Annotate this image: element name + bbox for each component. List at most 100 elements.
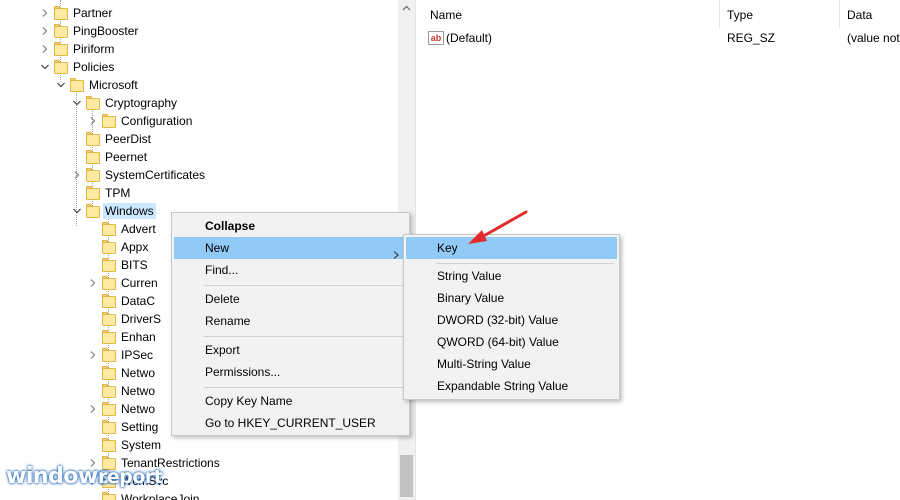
annotation-arrow-icon [468, 210, 528, 244]
folder-icon [102, 311, 116, 327]
chevron-right-icon[interactable] [40, 8, 50, 18]
folder-icon [102, 419, 116, 435]
tree-item[interactable]: Configuration [0, 112, 398, 130]
logo-text-report: report [98, 466, 163, 488]
folder-icon [102, 365, 116, 381]
tree-item-label: Netwo [121, 384, 156, 398]
tree-item-label: Appx [121, 240, 149, 254]
submenu-arrow-icon [393, 244, 399, 259]
tree-item-label: PingBooster [73, 24, 139, 38]
tree-item-label: Netwo [121, 402, 156, 416]
tree-item-label: Netwo [121, 366, 156, 380]
value-row[interactable]: ab (Default) REG_SZ (value not [423, 29, 900, 47]
tree-item-label: Piriform [73, 42, 115, 56]
tree-item-label: Windows [103, 203, 156, 219]
folder-icon [86, 203, 100, 219]
value-data: (value not [847, 31, 900, 45]
folder-icon [102, 329, 116, 345]
tree-item-label: SystemCertificates [105, 168, 206, 182]
submenu-item-qword-value[interactable]: QWORD (64-bit) Value [406, 331, 617, 353]
tree-item-label: Microsoft [89, 78, 138, 92]
menu-item-new[interactable]: New [174, 237, 407, 259]
chevron-right-icon[interactable] [88, 116, 98, 126]
menu-separator [204, 387, 404, 388]
folder-icon [102, 239, 116, 255]
tree-item-label: Peernet [105, 150, 148, 164]
tree-item[interactable]: Policies [0, 58, 398, 76]
tree-item[interactable]: Cryptography [0, 94, 398, 112]
menu-item-permissions[interactable]: Permissions... [174, 361, 407, 383]
tree-item-label: Setting [121, 420, 159, 434]
chevron-right-icon[interactable] [40, 44, 50, 54]
new-submenu: Key String Value Binary Value DWORD (32-… [403, 234, 620, 400]
menu-item-goto-hkcu[interactable]: Go to HKEY_CURRENT_USER [174, 412, 407, 434]
folder-icon [54, 23, 68, 39]
tree-item[interactable]: Piriform [0, 40, 398, 58]
folder-icon [102, 293, 116, 309]
folder-icon [102, 113, 116, 129]
chevron-right-icon[interactable] [88, 278, 98, 288]
folder-icon [102, 221, 116, 237]
tree-item[interactable]: System [0, 436, 398, 454]
folder-icon [54, 59, 68, 75]
tree-item[interactable]: PeerDist [0, 130, 398, 148]
chevron-down-icon[interactable] [56, 80, 66, 90]
submenu-item-expandable-string-value[interactable]: Expandable String Value [406, 375, 617, 397]
tree-item-label: Curren [121, 276, 158, 290]
folder-icon [102, 257, 116, 273]
submenu-item-dword-value[interactable]: DWORD (32-bit) Value [406, 309, 617, 331]
tree-item-label: System [121, 438, 162, 452]
value-type: REG_SZ [727, 31, 776, 45]
menu-item-rename[interactable]: Rename [174, 310, 407, 332]
tree-item-label: Configuration [121, 114, 193, 128]
column-name[interactable]: Name [423, 0, 720, 29]
submenu-item-string-value[interactable]: String Value [406, 265, 617, 287]
column-header: Name Type Data [423, 0, 900, 29]
submenu-item-multi-string-value[interactable]: Multi-String Value [406, 353, 617, 375]
tree-item-label: Partner [73, 6, 113, 20]
menu-item-collapse[interactable]: Collapse [174, 215, 407, 237]
tree-item-label: Policies [73, 60, 115, 74]
column-data[interactable]: Data [840, 0, 900, 29]
tree-item-label: WorkplaceJoin [121, 492, 200, 500]
chevron-right-icon[interactable] [88, 404, 98, 414]
folder-icon [70, 77, 84, 93]
chevron-down-icon[interactable] [72, 98, 82, 108]
menu-item-find[interactable]: Find... [174, 259, 407, 281]
folder-icon [86, 131, 100, 147]
folder-icon [86, 167, 100, 183]
folder-icon [86, 149, 100, 165]
chevron-right-icon[interactable] [88, 350, 98, 360]
chevron-down-icon[interactable] [72, 206, 82, 216]
chevron-right-icon[interactable] [72, 170, 82, 180]
tree-item[interactable]: Peernet [0, 148, 398, 166]
menu-item-new-label: New [205, 241, 230, 255]
tree-item[interactable]: Microsoft [0, 76, 398, 94]
tree-item-label: Enhan [121, 330, 156, 344]
windowsreport-logo: windows report [6, 462, 166, 492]
menu-item-export[interactable]: Export [174, 339, 407, 361]
string-value-icon: ab [428, 31, 444, 45]
folder-icon [102, 383, 116, 399]
tree-item[interactable]: PingBooster [0, 22, 398, 40]
tree-item[interactable]: SystemCertificates [0, 166, 398, 184]
folder-icon [86, 95, 100, 111]
tree-item[interactable]: TPM [0, 184, 398, 202]
tree-item-label: DataC [121, 294, 156, 308]
tree-item-label: Advert [121, 222, 156, 236]
menu-item-delete[interactable]: Delete [174, 288, 407, 310]
column-type[interactable]: Type [720, 0, 840, 29]
menu-item-copy-key-name[interactable]: Copy Key Name [174, 390, 407, 412]
scroll-up-icon[interactable] [398, 0, 415, 17]
tree-item[interactable]: Partner [0, 4, 398, 22]
folder-icon [102, 347, 116, 363]
value-name: (Default) [446, 31, 493, 45]
chevron-right-icon[interactable] [40, 26, 50, 36]
folder-icon [54, 5, 68, 21]
submenu-item-binary-value[interactable]: Binary Value [406, 287, 617, 309]
logo-text-windows: windows [6, 464, 111, 489]
chevron-down-icon[interactable] [40, 62, 50, 72]
folder-icon [86, 185, 100, 201]
scrollbar-thumb[interactable] [400, 455, 413, 497]
folder-icon [54, 41, 68, 57]
